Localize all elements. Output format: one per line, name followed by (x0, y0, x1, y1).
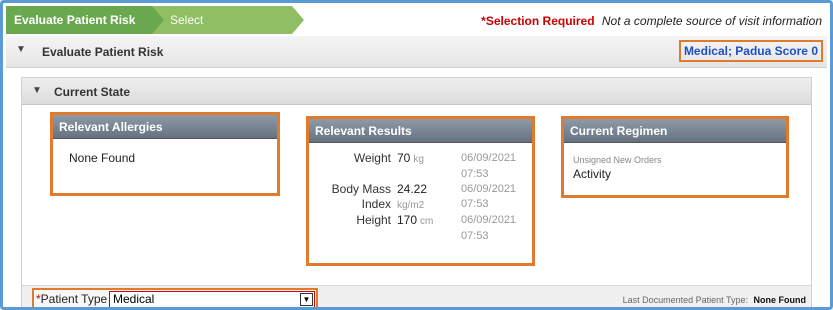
result-time: 07:53 (461, 198, 489, 210)
card-title: Relevant Results (309, 119, 532, 143)
result-row-weight: Weight 70 kg 06/09/2021 (309, 151, 516, 167)
current-state-header[interactable]: ▼ Current State (22, 78, 811, 105)
wizard-step-select-recommendations[interactable]: Select Recommendations (152, 6, 304, 55)
collapse-triangle-icon[interactable]: ▼ (32, 85, 42, 96)
wizard-step-evaluate-risk[interactable]: Evaluate Patient Risk (6, 6, 164, 34)
result-label: Weight (353, 151, 391, 165)
patient-type-label: *Patient Type (36, 292, 108, 306)
disclaimer-text: Not a complete source of visit informati… (601, 14, 822, 28)
card-title: Relevant Allergies (53, 115, 277, 139)
result-date: 06/09/2021 (461, 214, 517, 226)
result-value: 70 (397, 151, 411, 165)
results-table: Weight 70 kg 06/09/2021 07:53 Body Mass 2… (309, 151, 516, 244)
risk-score-badge: Medical; Padua Score 0 (678, 40, 823, 62)
regimen-item[interactable]: Activity (573, 167, 786, 181)
collapse-triangle-icon[interactable]: ▼ (16, 44, 26, 55)
current-state-title: Current State (54, 85, 131, 99)
app-frame: Evaluate Patient Risk Select Recommendat… (0, 0, 833, 310)
result-row-height: Height 170 cm 06/09/2021 (309, 213, 516, 229)
last-documented-patient-type: Last Documented Patient Type: None Found (623, 295, 806, 305)
result-row-bmi: Body Mass 24.22 06/09/2021 (309, 182, 516, 197)
requirement-note: *Selection Required Not a complete sourc… (481, 14, 822, 28)
patient-type-value: Medical (113, 292, 155, 306)
chevron-down-icon[interactable]: ▼ (300, 293, 313, 306)
result-time: 07:53 (461, 168, 489, 180)
result-time: 07:53 (461, 230, 489, 242)
result-label: Body Mass (331, 182, 391, 196)
card-title: Current Regimen (564, 119, 786, 143)
regimen-subheading: Unsigned New Orders (573, 155, 662, 165)
result-date: 06/09/2021 (461, 152, 517, 164)
result-value: 170 (397, 213, 418, 227)
result-value: 24.22 (397, 182, 428, 196)
result-unit: kg (413, 154, 424, 165)
last-documented-value: None Found (753, 295, 807, 305)
relevant-allergies-card: Relevant Allergies None Found (50, 112, 280, 196)
result-unit: cm (420, 216, 434, 227)
wizard-steps: Evaluate Patient Risk Select Recommendat… (6, 6, 304, 55)
allergies-value: None Found (69, 151, 136, 165)
section-title: Evaluate Patient Risk (42, 45, 164, 59)
last-documented-label: Last Documented Patient Type: (622, 295, 748, 305)
result-label: Height (356, 213, 391, 227)
selection-required-text: *Selection Required (481, 14, 595, 28)
result-label-cont: Index (361, 197, 391, 211)
patient-type-field: *Patient Type Medical ▼ (32, 288, 318, 307)
patient-type-select[interactable]: Medical ▼ (109, 291, 315, 307)
evaluate-risk-section-header[interactable]: ▼ Evaluate Patient Risk Medical; Padua S… (6, 36, 827, 68)
result-unit: kg/m2 (397, 200, 425, 211)
result-date: 06/09/2021 (461, 183, 517, 195)
current-regimen-card: Current Regimen Unsigned New Orders Acti… (561, 116, 789, 198)
relevant-results-card: Relevant Results Weight 70 kg 06/09/2021 … (306, 116, 535, 266)
